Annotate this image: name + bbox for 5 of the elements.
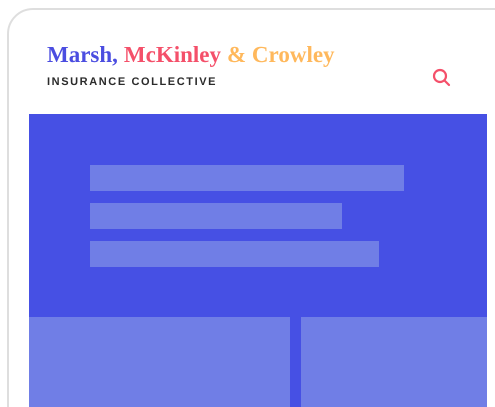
search-icon[interactable] (432, 68, 451, 87)
logo-word: & Crowley (227, 42, 335, 67)
logo-word: Marsh, (47, 42, 118, 67)
logo-word: McKinley (124, 42, 222, 67)
tagline: INSURANCE COLLECTIVE (47, 76, 218, 88)
